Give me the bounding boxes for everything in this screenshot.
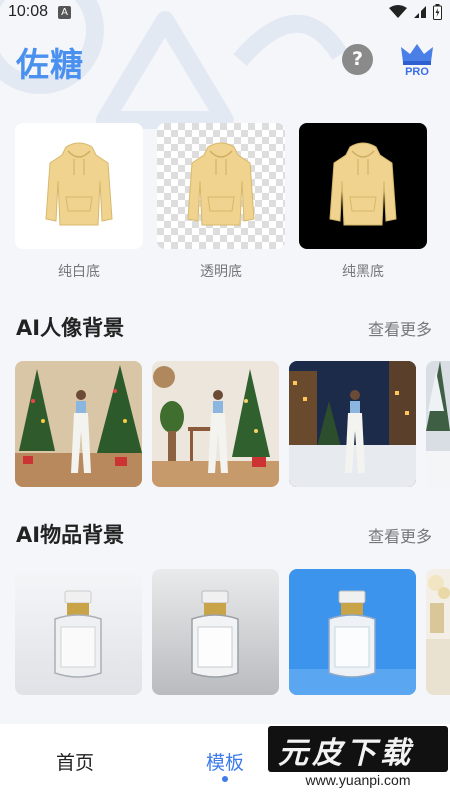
watermark-text: 元皮下载: [278, 736, 414, 771]
object-template-image: [152, 569, 279, 695]
object-template-image: [426, 569, 450, 695]
portrait-template-image: [15, 361, 142, 487]
wifi-icon: [389, 5, 407, 18]
status-time: 10:08: [8, 3, 49, 20]
object-template-card[interactable]: [15, 569, 142, 695]
hoodie-image: [329, 142, 397, 226]
status-bar: 10:08 A: [0, 0, 450, 24]
question-icon: ?: [351, 48, 364, 70]
nav-tab-templates-label: 模板: [205, 752, 244, 774]
hoodie-image: [45, 142, 113, 226]
portrait-template-card[interactable]: [426, 361, 450, 487]
object-template-image: [289, 569, 416, 695]
object-template-row[interactable]: [15, 569, 450, 695]
app-title: 佐糖: [16, 45, 84, 84]
portrait-template-card[interactable]: [15, 361, 142, 487]
hoodie-image: [187, 142, 255, 226]
preset-white-background[interactable]: 纯白底: [15, 123, 143, 281]
portrait-template-card[interactable]: [289, 361, 416, 487]
portrait-template-image: [289, 361, 416, 487]
preset-thumbnail: [299, 123, 427, 249]
preset-transparent-background[interactable]: 透明底: [157, 123, 285, 281]
portrait-template-row[interactable]: [15, 361, 450, 487]
watermark-url: www.yuanpi.com: [268, 772, 448, 792]
object-template-card[interactable]: [289, 569, 416, 695]
signal-icon: [414, 6, 426, 18]
nav-tab-home[interactable]: 首页: [0, 724, 150, 800]
help-button[interactable]: ?: [342, 44, 373, 75]
battery-icon: [433, 4, 442, 20]
watermark-logo: 元皮下载: [268, 726, 448, 772]
crown-icon: [401, 44, 433, 65]
section-title-portrait: AI人像背景: [16, 316, 125, 340]
preset-thumbnail: [157, 123, 285, 249]
object-template-image: [15, 569, 142, 695]
object-template-card[interactable]: [426, 569, 450, 695]
preset-black-background[interactable]: 纯黑底: [299, 123, 427, 281]
preset-thumbnail: [15, 123, 143, 249]
active-indicator-dot: [222, 776, 228, 782]
preset-label: 纯白底: [58, 264, 100, 280]
pro-label: PRO: [405, 66, 429, 78]
object-template-card[interactable]: [152, 569, 279, 695]
see-more-object-link[interactable]: 查看更多: [368, 523, 432, 547]
see-more-portrait-link[interactable]: 查看更多: [368, 316, 432, 340]
section-title-object: AI物品背景: [16, 523, 125, 547]
portrait-template-image: [426, 361, 450, 487]
preset-label: 纯黑底: [342, 264, 384, 280]
preset-label: 透明底: [200, 264, 242, 280]
pro-button[interactable]: PRO: [399, 42, 435, 80]
portrait-template-image: [152, 361, 279, 487]
portrait-template-card[interactable]: [152, 361, 279, 487]
notification-icon: A: [58, 5, 72, 19]
